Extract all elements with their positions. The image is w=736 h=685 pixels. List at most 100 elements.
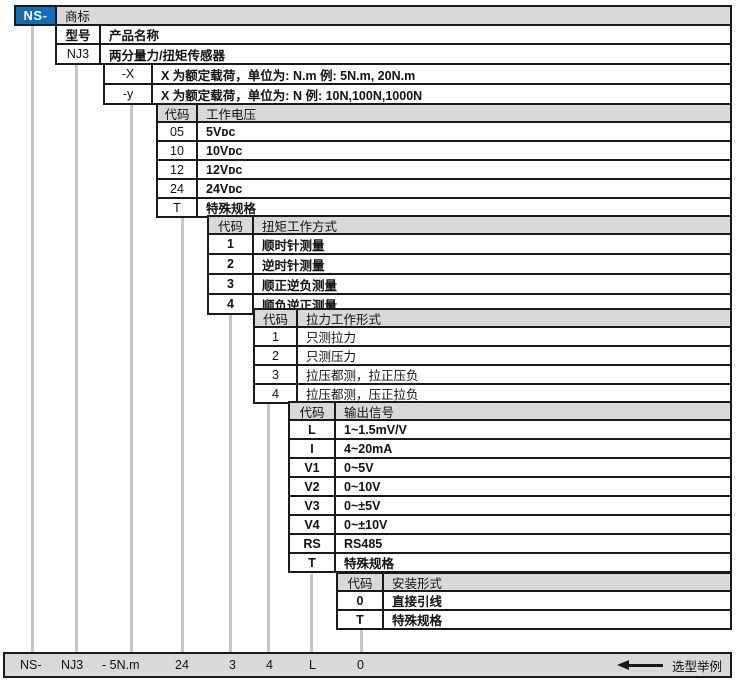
table-row: 2 逆时针测量 — [209, 253, 730, 273]
desc-cell: 4~20mA — [336, 440, 730, 457]
code-header-label: 代码 — [290, 403, 336, 419]
model-header-row: 型号 产品名称 — [55, 24, 732, 45]
section-title: 输出信号 — [336, 403, 730, 419]
code-cell: 3 — [255, 366, 298, 383]
table-row: T 特殊规格 — [338, 609, 730, 628]
section-header: 代码 工作电压 — [158, 105, 730, 121]
section-torque-mode: 代码 扭矩工作方式 1 顺时针测量 2 逆时针测量 3 顺正逆负测量 4 顺负逆… — [207, 215, 732, 315]
table-row: 1 只测拉力 — [255, 326, 730, 345]
table-row: 2 只测压力 — [255, 345, 730, 364]
table-row: 1 顺时针测量 — [209, 233, 730, 253]
table-row: I 4~20mA — [290, 438, 730, 457]
code-cell: I — [290, 440, 336, 457]
product-name-value: 两分量力/扭矩传感器 — [101, 45, 730, 63]
model-selection-guide: NS- 商标 型号 产品名称 NJ3 两分量力/扭矩传感器 -X X 为额定载荷… — [0, 0, 736, 685]
code-cell: 4 — [255, 385, 298, 402]
desc-cell: 24Vᴅᴄ — [198, 180, 730, 197]
desc-cell: 12Vᴅᴄ — [198, 161, 730, 178]
table-row: 3 顺正逆负测量 — [209, 273, 730, 293]
spec-code: -y — [105, 85, 153, 103]
connector-line-brand — [31, 24, 34, 652]
example-label: 选型举例 — [672, 656, 722, 675]
left-arrow-icon — [617, 660, 663, 670]
code-cell: V1 — [290, 459, 336, 476]
spec-row-torque-load: -X X 为额定载荷，单位为: N.m 例: 5N.m, 20N.m — [103, 63, 732, 85]
table-row: 3 拉压都测，拉正压负 — [255, 364, 730, 383]
code-header-label: 代码 — [255, 310, 298, 326]
desc-cell: 顺时针测量 — [254, 235, 730, 253]
desc-cell: 0~10V — [336, 478, 730, 495]
table-row: V1 0~5V — [290, 457, 730, 476]
desc-cell: 顺正逆负测量 — [254, 275, 730, 293]
desc-cell: 5Vᴅᴄ — [198, 123, 730, 140]
table-row: 05 5Vᴅᴄ — [158, 121, 730, 140]
section-title: 拉力工作形式 — [298, 310, 730, 326]
desc-cell: 只测拉力 — [298, 328, 730, 345]
code-header-label: 代码 — [158, 105, 198, 121]
table-row: 24 24Vᴅᴄ — [158, 178, 730, 197]
product-name-label: 产品名称 — [101, 26, 730, 43]
desc-cell: 10Vᴅᴄ — [198, 142, 730, 159]
desc-cell: 只测压力 — [298, 347, 730, 364]
code-header-label: 代码 — [209, 217, 254, 233]
code-cell: 05 — [158, 123, 198, 140]
table-row: 4 拉压都测，压正拉负 — [255, 383, 730, 402]
brand-badge: NS- — [14, 5, 57, 26]
example-item: 24 — [175, 654, 189, 676]
section-mounting-form: 代码 安装形式 0 直接引线 T 特殊规格 — [336, 572, 732, 630]
section-working-voltage: 代码 工作电压 05 5Vᴅᴄ 10 10Vᴅᴄ 12 12Vᴅᴄ 24 24V… — [156, 103, 732, 218]
connector-line-torque — [229, 312, 232, 652]
section-header: 代码 拉力工作形式 — [255, 310, 730, 326]
trademark-row: 商标 — [55, 5, 732, 26]
spec-desc: X 为额定载荷，单位为: N 例: 10N,100N,1000N — [153, 85, 730, 103]
desc-cell: 特殊规格 — [336, 554, 730, 571]
connector-line-load — [130, 103, 133, 652]
connector-line-output — [310, 574, 313, 652]
code-cell: 12 — [158, 161, 198, 178]
section-header: 代码 扭矩工作方式 — [209, 217, 730, 233]
model-value: NJ3 — [57, 45, 101, 63]
code-cell: 4 — [209, 295, 254, 313]
desc-cell: 特殊规格 — [384, 611, 730, 628]
connector-line-mount — [360, 630, 363, 652]
code-cell: L — [290, 421, 336, 438]
section-tension-mode: 代码 拉力工作形式 1 只测拉力 2 只测压力 3 拉压都测，拉正压负 4 拉压… — [253, 308, 732, 404]
table-row: 10 10Vᴅᴄ — [158, 140, 730, 159]
code-cell: T — [158, 199, 198, 216]
desc-cell: 直接引线 — [384, 592, 730, 609]
table-row: RS RS485 — [290, 533, 730, 552]
desc-cell: 0~5V — [336, 459, 730, 476]
example-item: 0 — [357, 654, 364, 676]
code-cell: V3 — [290, 497, 336, 514]
table-row: 0 直接引线 — [338, 590, 730, 609]
table-row: 12 12Vᴅᴄ — [158, 159, 730, 178]
code-cell: T — [338, 611, 384, 628]
section-title: 工作电压 — [198, 105, 730, 121]
model-label: 型号 — [57, 26, 101, 43]
code-cell: 3 — [209, 275, 254, 293]
desc-cell: 特殊规格 — [198, 199, 730, 216]
code-cell: 1 — [255, 328, 298, 345]
code-cell: 10 — [158, 142, 198, 159]
desc-cell: 0~±5V — [336, 497, 730, 514]
section-title: 安装形式 — [384, 574, 730, 590]
example-bar: NS- NJ3 - 5N.m 24 3 4 L 0 选型举例 — [3, 652, 732, 678]
code-cell: 2 — [255, 347, 298, 364]
desc-cell: 1~1.5mV/V — [336, 421, 730, 438]
desc-cell: 0~±10V — [336, 516, 730, 533]
table-row: L 1~1.5mV/V — [290, 419, 730, 438]
section-header: 代码 安装形式 — [338, 574, 730, 590]
example-item: L — [309, 654, 316, 676]
connector-line-tension — [267, 404, 270, 652]
code-cell: 1 — [209, 235, 254, 253]
example-item: 3 — [229, 654, 236, 676]
code-cell: V4 — [290, 516, 336, 533]
desc-cell: 拉压都测，拉正压负 — [298, 366, 730, 383]
spec-code: -X — [105, 65, 153, 83]
example-item: NJ3 — [61, 654, 83, 676]
desc-cell: 逆时针测量 — [254, 255, 730, 273]
connector-line-model — [75, 63, 78, 652]
code-header-label: 代码 — [338, 574, 384, 590]
connector-line-voltage — [181, 216, 184, 652]
spec-row-force-load: -y X 为额定载荷，单位为: N 例: 10N,100N,1000N — [103, 83, 732, 105]
